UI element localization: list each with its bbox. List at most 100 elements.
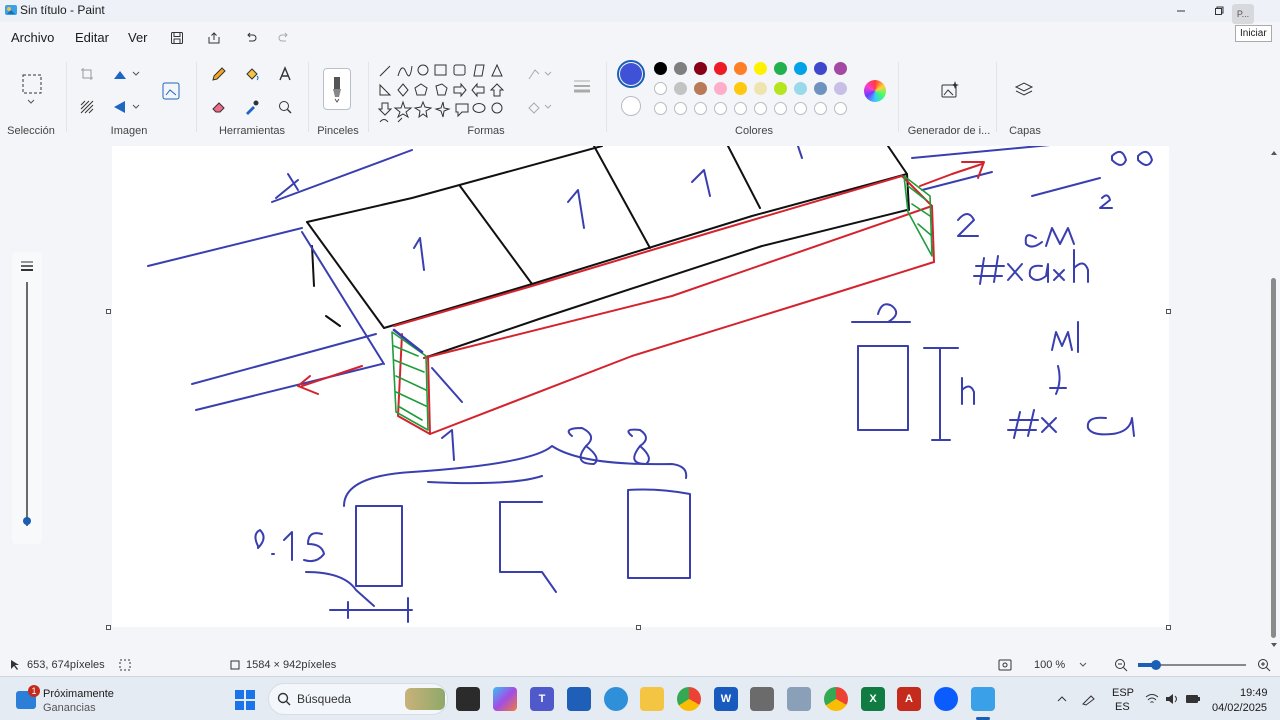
share-button[interactable] — [204, 28, 224, 48]
resize-handle-right[interactable] — [1166, 309, 1171, 314]
fill-style-button[interactable] — [525, 96, 555, 118]
wifi-icon[interactable] — [1145, 693, 1159, 705]
clock-date[interactable]: 04/02/2025 — [1212, 702, 1267, 714]
chrome-icon[interactable] — [677, 687, 701, 711]
image-generator-button[interactable] — [938, 78, 962, 102]
custom-color-slot-7[interactable] — [794, 102, 807, 115]
palette-color-row1-8[interactable] — [814, 62, 827, 75]
resize-button[interactable] — [109, 63, 131, 85]
task-view-icon[interactable] — [456, 687, 480, 711]
selection-tool[interactable] — [20, 72, 44, 96]
word-icon[interactable]: W — [714, 687, 738, 711]
resize-handle-bottom[interactable] — [636, 625, 641, 630]
teams-icon[interactable]: T — [530, 687, 554, 711]
palette-color-row2-6[interactable] — [774, 82, 787, 95]
language-top[interactable]: ESP — [1112, 687, 1134, 699]
custom-color-slot-4[interactable] — [734, 102, 747, 115]
crop-button[interactable] — [76, 63, 98, 85]
custom-color-slot-9[interactable] — [834, 102, 847, 115]
rotate-dropdown[interactable] — [129, 96, 143, 118]
zoom-in-icon[interactable] — [1257, 658, 1271, 672]
rotate-button[interactable] — [109, 96, 131, 118]
palette-color-row2-7[interactable] — [794, 82, 807, 95]
file-explorer-icon[interactable] — [640, 687, 664, 711]
palette-color-row2-5[interactable] — [754, 82, 767, 95]
palette-color-row1-2[interactable] — [694, 62, 707, 75]
profile-button[interactable]: P... — [1232, 4, 1254, 24]
text-tool[interactable] — [274, 63, 296, 85]
restore-button[interactable] — [1204, 0, 1234, 22]
primary-color-button[interactable] — [617, 60, 645, 88]
pen-icon[interactable] — [1081, 692, 1097, 706]
store-icon[interactable] — [567, 687, 591, 711]
redo-button[interactable] — [274, 28, 294, 48]
resize-handle-bottom-left[interactable] — [106, 625, 111, 630]
palette-color-row2-2[interactable] — [694, 82, 707, 95]
palette-color-row1-5[interactable] — [754, 62, 767, 75]
taskbar-search[interactable]: Búsqueda — [268, 683, 448, 715]
excel-icon[interactable]: X — [861, 687, 885, 711]
palette-color-row1-3[interactable] — [714, 62, 727, 75]
palette-color-row1-9[interactable] — [834, 62, 847, 75]
custom-color-slot-6[interactable] — [774, 102, 787, 115]
resize-handle-left[interactable] — [106, 309, 111, 314]
outline-button[interactable] — [525, 63, 555, 85]
drawing-canvas[interactable] — [112, 146, 1169, 627]
selection-dropdown[interactable] — [21, 96, 41, 108]
device-app-icon[interactable] — [750, 687, 774, 711]
layers-button[interactable] — [1012, 78, 1036, 102]
custom-color-slot-5[interactable] — [754, 102, 767, 115]
palette-color-row2-1[interactable] — [674, 82, 687, 95]
edge-browser-icon[interactable] — [604, 687, 628, 711]
custom-color-slot-1[interactable] — [674, 102, 687, 115]
vertical-scrollbar[interactable] — [1268, 146, 1280, 654]
custom-color-slot-2[interactable] — [694, 102, 707, 115]
palette-color-row1-7[interactable] — [794, 62, 807, 75]
custom-color-slot-8[interactable] — [814, 102, 827, 115]
palette-color-row2-9[interactable] — [834, 82, 847, 95]
palette-color-row1-0[interactable] — [654, 62, 667, 75]
menu-edit[interactable]: Editar — [75, 30, 109, 45]
resize-dropdown[interactable] — [129, 63, 143, 85]
zoom-out-icon[interactable] — [1114, 658, 1128, 672]
fill-tool[interactable] — [241, 63, 263, 85]
copilot-icon[interactable] — [493, 687, 517, 711]
chrome-profile-icon[interactable] — [824, 687, 848, 711]
zoom-meetings-icon[interactable] — [934, 687, 958, 711]
select-all-button[interactable] — [76, 96, 98, 118]
secondary-color-button[interactable] — [621, 96, 641, 116]
menu-file[interactable]: Archivo — [11, 30, 54, 45]
scrollbar-thumb[interactable] — [1271, 278, 1276, 638]
volume-icon[interactable] — [1165, 693, 1179, 705]
brush-size-slider[interactable] — [12, 252, 42, 544]
zoom-select[interactable]: 100 % — [1026, 656, 1096, 674]
palette-color-row2-3[interactable] — [714, 82, 727, 95]
resize-handle-bottom-right[interactable] — [1166, 625, 1171, 630]
eraser-tool[interactable] — [208, 96, 230, 118]
paint-taskbar-icon[interactable] — [971, 687, 995, 711]
snipping-tool-icon[interactable] — [787, 687, 811, 711]
color-picker-tool[interactable] — [241, 96, 263, 118]
palette-color-row1-1[interactable] — [674, 62, 687, 75]
palette-color-row2-4[interactable] — [734, 82, 747, 95]
edit-colors-button[interactable] — [864, 80, 886, 102]
acrobat-icon[interactable]: A — [897, 687, 921, 711]
brushes-button[interactable] — [323, 68, 351, 110]
palette-color-row2-8[interactable] — [814, 82, 827, 95]
battery-icon[interactable] — [1185, 693, 1201, 705]
start-button[interactable] — [234, 689, 256, 711]
shape-size-button[interactable] — [570, 74, 594, 98]
palette-color-row1-4[interactable] — [734, 62, 747, 75]
save-button[interactable] — [167, 28, 187, 48]
weather-widget[interactable]: 1 Próximamente Ganancias — [10, 685, 120, 715]
undo-button[interactable] — [241, 28, 261, 48]
shapes-gallery[interactable] — [376, 62, 516, 124]
fit-to-window-icon[interactable] — [998, 659, 1012, 671]
custom-color-slot-0[interactable] — [654, 102, 667, 115]
zoom-slider-knob[interactable] — [1151, 660, 1161, 670]
pencil-tool[interactable] — [208, 63, 230, 85]
palette-color-row2-0[interactable] — [654, 82, 667, 95]
slider-knob[interactable] — [23, 517, 31, 525]
magnifier-tool[interactable] — [274, 96, 296, 118]
chevron-up-icon[interactable] — [1056, 695, 1068, 703]
